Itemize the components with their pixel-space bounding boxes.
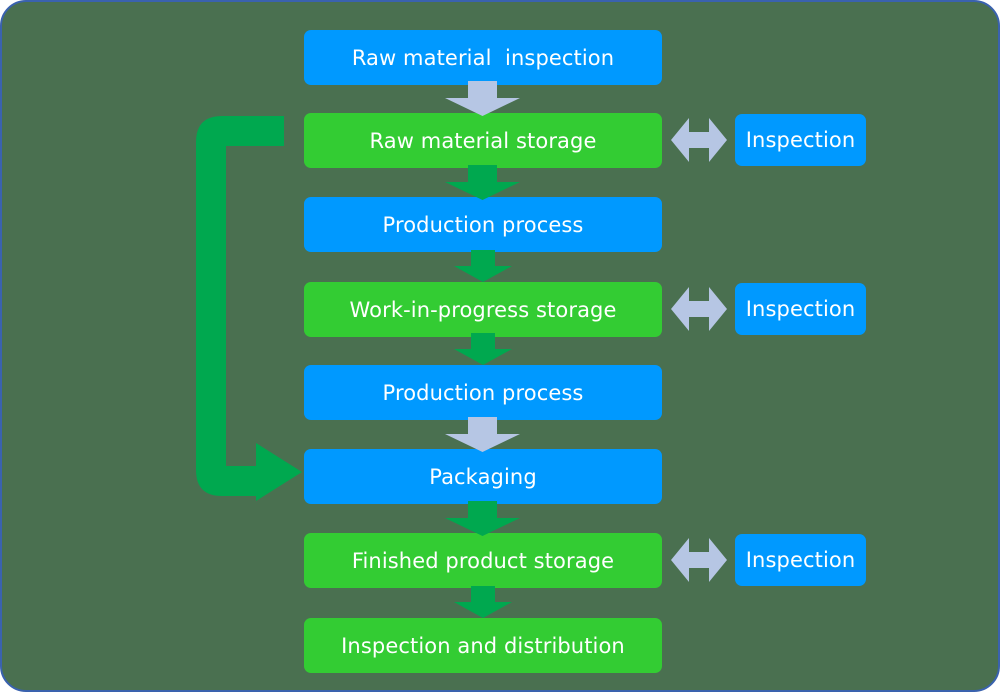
arrow-down-icon-wip-storage-to-production <box>454 333 512 365</box>
node-raw-material-storage[interactable]: Raw material storage <box>304 113 662 168</box>
flowchart-canvas: Raw material inspection Raw material sto… <box>0 0 1000 692</box>
arrow-down-icon-raw-material-storage-to-production <box>445 165 520 200</box>
double-arrow-icon-finished-product-inspection <box>671 538 727 582</box>
arrow-down-icon-raw-material-inspection-to-storage <box>445 81 520 116</box>
double-arrow-icon-raw-material-inspection <box>671 118 727 162</box>
node-production-process-1[interactable]: Production process <box>304 197 662 252</box>
node-raw-material-inspection[interactable]: Raw material inspection <box>304 30 662 85</box>
node-packaging[interactable]: Packaging <box>304 449 662 504</box>
node-work-in-progress-storage[interactable]: Work-in-progress storage <box>304 282 662 337</box>
rework-loop-arrow <box>194 114 304 502</box>
arrow-down-icon-production-to-wip-storage <box>454 250 512 282</box>
node-inspection-distribution[interactable]: Inspection and distribution <box>304 618 662 673</box>
node-production-process-2[interactable]: Production process <box>304 365 662 420</box>
node-inspection-finished-product[interactable]: Inspection <box>735 534 866 586</box>
arrow-down-icon-production-to-packaging <box>445 417 520 452</box>
node-finished-product-storage[interactable]: Finished product storage <box>304 533 662 588</box>
node-inspection-work-in-progress[interactable]: Inspection <box>735 283 866 335</box>
double-arrow-icon-work-in-progress-inspection <box>671 287 727 331</box>
arrow-down-icon-finished-storage-to-distribution <box>454 586 512 618</box>
node-inspection-raw-material[interactable]: Inspection <box>735 114 866 166</box>
arrow-down-icon-packaging-to-finished-storage <box>445 501 520 536</box>
